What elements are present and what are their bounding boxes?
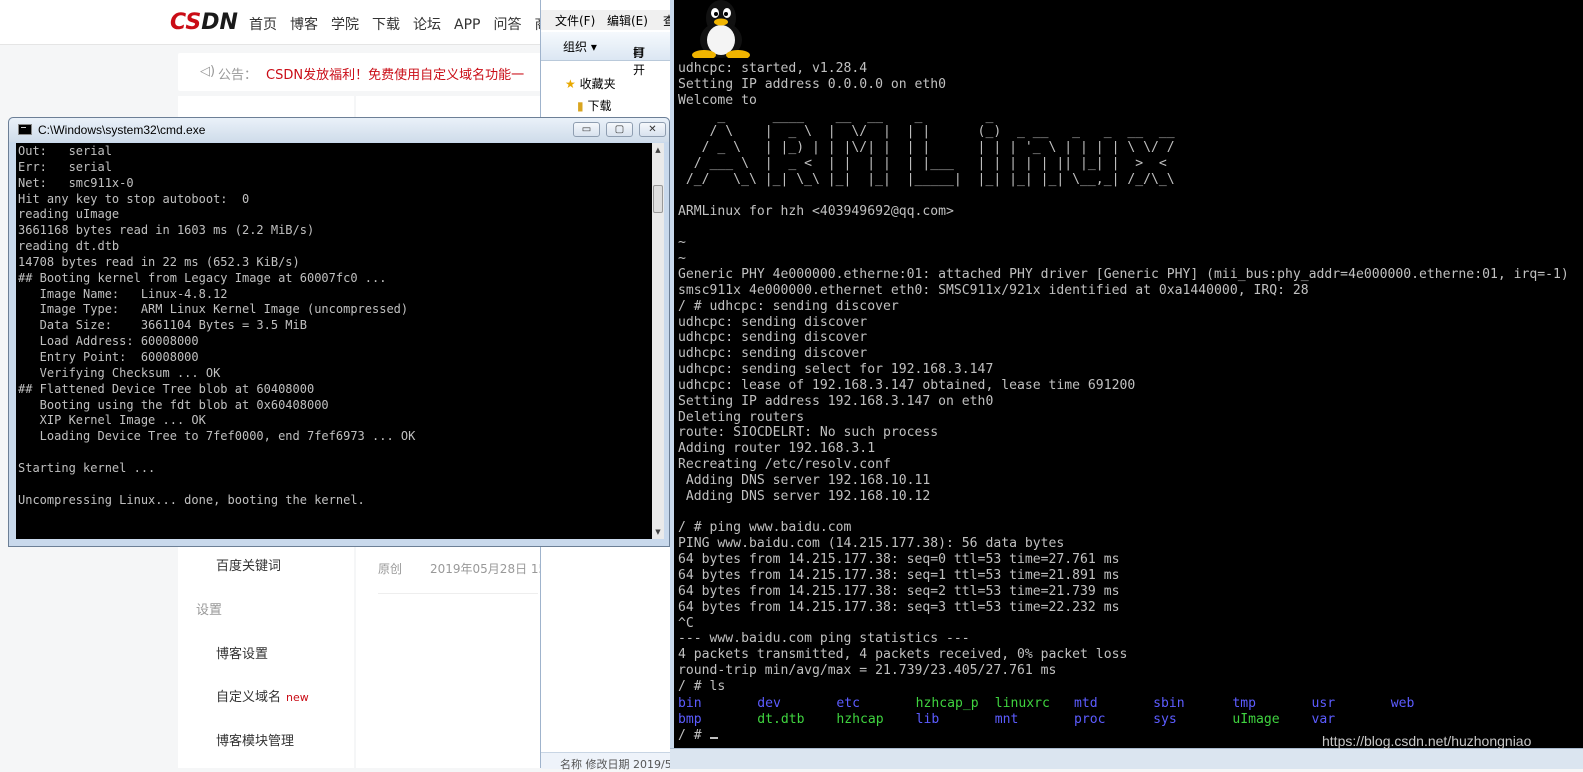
maximize-icon: ▢ [614,124,625,135]
cmd-scrollbar[interactable]: ▲ ▼ [652,143,664,539]
scroll-down-arrow-icon[interactable]: ▼ [652,525,664,539]
terminal-window-border [670,0,674,750]
custom-domain-label: 自定义域名 [216,690,282,705]
cmd-console-icon [18,124,32,135]
terminal-status-bar [670,748,1583,769]
ls-entry: uImage [1232,711,1280,727]
maximize-button[interactable]: ▢ [606,122,633,137]
close-icon: ✕ [648,124,657,135]
tree-item-label: 下载 [587,99,612,113]
scrollbar-thumb[interactable] [653,185,663,213]
ls-entry: web [1390,696,1415,711]
ls-entry: etc [836,696,861,711]
explorer-file-details: 名称 修改日期 2019/5/28 11:15 创建日期 2019/5/28 1… [560,758,670,771]
sidebar-item-baidu-keywords[interactable]: 百度关键词 [216,555,281,574]
ls-entry: sbin [1153,696,1185,711]
ls-entry: dt.dtb [757,711,805,727]
ls-entry: lib [915,711,940,727]
nav-app[interactable]: APP [454,17,480,33]
ls-entry: dev [757,696,781,711]
nav-blog[interactable]: 博客 [290,17,318,33]
scroll-up-arrow-icon[interactable]: ▲ [652,143,664,157]
sidebar-item-module-management[interactable]: 博客模块管理 [216,730,294,749]
folder-icon: ▮ [577,99,584,113]
nav-academy[interactable]: 学院 [331,17,359,33]
nav-home[interactable]: 首页 [249,17,277,33]
menu-file[interactable]: 文件(F) [555,12,595,29]
nav-forum[interactable]: 论坛 [413,17,441,33]
nav-download[interactable]: 下载 [372,17,400,33]
csdn-nav: 首页博客学院下载论坛APP问答商 [249,14,561,34]
terminal-output: udhcpc: started, v1.28.4 Setting IP addr… [678,61,1569,694]
cmd-output: Out: serial Err: serial Net: smc911x-0 H… [18,144,416,507]
text-cursor [709,737,718,739]
tree-item-label: 收藏夹 [579,77,616,91]
ls-output: bin dev etc hzhcap_p linuxrc mtd sbin tmp usr web… [678,696,1470,728]
ls-entry: mtd [1073,696,1098,711]
minimize-icon: ▭ [581,124,592,135]
ls-row: bin dev etc hzhcap_p linuxrc mtd sbin tmp usr web [678,696,1470,712]
divider [378,593,538,594]
ls-entry: bin [678,696,702,711]
cmd-console[interactable]: Out: serial Err: serial Net: smc911x-0 H… [16,143,652,539]
tree-item-downloads[interactable]: ▮ 下载 [577,97,611,114]
notice-link[interactable]: CSDN发放福利！免费使用自定义域名功能一 [266,64,524,83]
prompt-text: / # [678,728,710,743]
ls-entry: bmp [678,711,702,727]
organize-button[interactable]: 组织 ▾ [563,38,597,55]
close-button[interactable]: ✕ [639,122,666,137]
ls-row: bmp dt.dtb hzhcap lib mnt proc sys uImage var [678,712,1470,728]
cmd-window: C:\Windows\system32\cmd.exe ▭ ▢ ✕ Out: s… [8,117,670,547]
watermark: https://blog.csdn.net/huzhongniao [1322,733,1532,749]
ls-entry: hzhcap_p [915,696,979,711]
ls-entry: tmp [1232,696,1256,711]
ls-entry: sys [1153,711,1177,727]
sidebar-section-settings: 设置 [196,603,223,618]
article-type: 原创 [378,562,403,576]
tree-item-favorites[interactable]: ★ 收藏夹 [565,75,616,92]
explorer-menubar: 文件(F) 编辑(E) 查 [541,10,675,30]
new-badge: new [286,691,309,704]
cmd-titlebar[interactable]: C:\Windows\system32\cmd.exe ▭ ▢ ✕ [9,118,669,142]
csdn-logo[interactable]: CSDN [170,10,238,35]
article-date: 2019年05月28日 15 [430,562,540,576]
sidebar-item-blog-settings[interactable]: 博客设置 [216,643,268,662]
notice-bar: ◁) 公告： CSDN发放福利！免费使用自定义域名功能一 [178,53,545,91]
cmd-title: C:\Windows\system32\cmd.exe [38,123,206,137]
terminal-prompt[interactable]: / # [678,728,718,744]
logo-cs: CS [170,10,202,35]
tux-penguin-icon [692,0,750,58]
speaker-icon: ◁) [200,64,216,79]
ls-entry: var [1311,711,1336,727]
logo-dn: DN [201,10,238,35]
explorer-toolbar: 组织 ▾ ▤ 打开 [541,32,673,77]
nav-qa[interactable]: 问答 [493,17,521,33]
ls-entry: mnt [994,711,1019,727]
minimize-button[interactable]: ▭ [573,122,600,137]
ls-entry: usr [1311,696,1336,711]
sidebar-item-custom-domain[interactable]: 自定义域名 new [216,686,309,705]
ls-entry: proc [1073,711,1106,727]
notice-label: 公告： [218,68,258,83]
menu-edit[interactable]: 编辑(E) [607,12,648,29]
ls-entry: linuxrc [994,696,1050,711]
csdn-header: CSDN 首页博客学院下载论坛APP问答商 [0,0,548,45]
ls-entry: hzhcap [836,711,884,727]
star-icon: ★ [565,77,576,91]
